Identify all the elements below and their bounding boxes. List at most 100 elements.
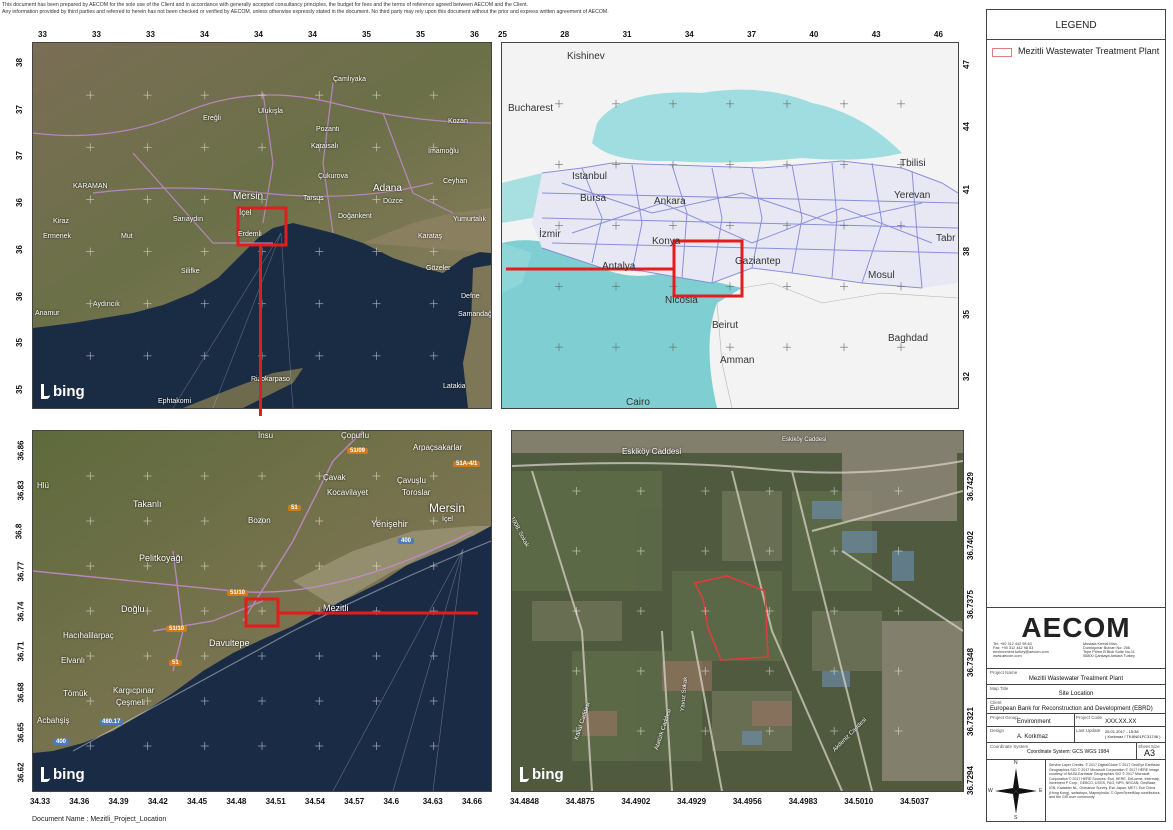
coordinate-tick: 34.4983	[788, 797, 818, 806]
coordinate-tick: 34.66	[462, 797, 483, 806]
map-place-label: Samandağ	[458, 311, 492, 318]
title-block-contact: Tel: +90 312 442 98 63 Fax: +90 312 442 …	[987, 640, 1165, 668]
map-title: Site Location	[1058, 691, 1094, 697]
map-place-label: Antalya	[602, 261, 636, 272]
compass-w: W	[988, 788, 993, 794]
map-place-label: Konya	[652, 236, 681, 247]
map-place-label: Tabr	[936, 233, 956, 244]
map-place-label: Hacıhalilarpaç	[63, 631, 114, 640]
coordinate-tick: 36.71	[16, 641, 26, 662]
map-place-label: Tarsus	[303, 195, 324, 202]
map-place-label: Eskiköy Caddesi	[782, 437, 827, 443]
title-block-map-title: Map Title Site Location	[987, 684, 1165, 699]
map-place-label: Karataş	[418, 233, 443, 240]
map-place-label: Mersin	[429, 501, 466, 515]
coordinate-tick: 36.8	[14, 523, 24, 539]
coordinate-tick: 35	[14, 385, 24, 394]
map-place-label: Kiraz	[53, 218, 69, 225]
coordinate-tick: 34.57	[344, 797, 365, 806]
project-name-label: Project Name	[990, 670, 1018, 675]
map-site-satellite[interactable]: Eskiköy Caddesi Eskiköy Caddesi 1008. Soka…	[511, 430, 964, 792]
coordinate-tick: 47	[961, 60, 971, 69]
map-place-label: Düzce	[383, 198, 403, 205]
coordinate-tick: 36.77	[16, 561, 26, 582]
project-name: Mezitli Wastewater Treatment Plant	[1028, 676, 1124, 682]
compass-s: S	[1014, 815, 1018, 821]
map-place-label: Erdemli	[238, 231, 262, 238]
map-place-label: Yumurtalık	[453, 216, 487, 223]
coordinate-tick: 34.6	[383, 797, 400, 806]
coordinate-tick: 44	[961, 122, 971, 132]
map-place-label: Yerevan	[894, 190, 931, 201]
project-code: XXX.XX.XX	[1105, 719, 1137, 725]
coordinate-tick: 36.74	[16, 601, 26, 622]
map-place-label: Ereğli	[203, 115, 221, 122]
coordinate-tick: 28	[560, 30, 570, 39]
bing-logo: bing	[41, 383, 85, 400]
map-place-label: Mosul	[868, 270, 895, 281]
bing-logo: bing	[41, 766, 85, 783]
coordinate-tick: 36.7375	[965, 589, 975, 619]
coordinate-tick: 36.7294	[965, 766, 975, 795]
map-place-label: Latakia	[443, 383, 466, 390]
road-number-badge: 400	[53, 739, 70, 745]
road-number-badge: 480.17	[99, 719, 124, 725]
map-place-label: Gözeler	[426, 265, 451, 272]
map-place-label: Mut	[121, 233, 133, 240]
coordinate-tick: 32	[961, 372, 971, 381]
coordinate-tick: 36.68	[16, 681, 26, 703]
group-label: Project Group	[990, 715, 1018, 720]
map-place-label: Adana	[373, 183, 402, 194]
last-update-label: Last Update	[1076, 728, 1101, 733]
map-country-reference[interactable]: Kishinev Bucharest Istanbul Bursa Ankara İzmi…	[501, 42, 959, 409]
coordinate-tick: 40	[809, 30, 819, 39]
title-block-project: Project Name Mezitli Wastewater Treatmen…	[987, 668, 1165, 685]
map-place-label: Acbahşiş	[37, 716, 70, 725]
coordinate-tick: 34	[200, 30, 209, 39]
coordinate-tick: 34.4848	[510, 797, 539, 806]
legend-panel: LEGEND Mezitli Wastewater Treatment Plan…	[986, 9, 1166, 822]
map-place-label: Bursa	[580, 193, 607, 204]
compass-n: N	[1014, 760, 1018, 766]
coordinate-tick: 34.63	[422, 797, 443, 806]
map-place-label: Elvanlı	[61, 656, 86, 665]
road-number-badge: 51/10	[227, 590, 249, 596]
map-place-label: İzmir	[539, 229, 561, 240]
coordinate-tick: 36.7321	[965, 707, 975, 737]
compass-rose-icon	[995, 768, 1037, 814]
coord-label: Coordinate System	[990, 744, 1029, 749]
coordinate-tick: 34.33	[30, 797, 51, 806]
code-label: Project Code	[1076, 715, 1103, 720]
coordinate-tick: 34.45	[187, 797, 208, 806]
map-place-label: Istanbul	[572, 171, 608, 182]
coordinate-tick: 31	[622, 30, 632, 39]
map-place-label: Çeşmeli	[116, 698, 145, 707]
road-number-badge: 51A-4/1	[453, 461, 481, 467]
contact-right: Mustafa Kemal Mah. Dumlupınar Bulvarı No…	[1083, 642, 1135, 658]
coordinate-tick: 34.36	[69, 797, 90, 806]
coordinate-tick: 34.42	[147, 797, 168, 806]
map-place-label: Anamur	[35, 310, 60, 317]
coordinate-tick: 35	[961, 309, 971, 319]
map-regional-satellite[interactable]: Mersin İçel Adana Tarsus KARAMAN Mut Silifke Ay…	[32, 42, 492, 409]
title-block-group: Project Group Environment Project Code X…	[987, 713, 1165, 727]
map-place-label: Karaisalı	[311, 143, 339, 150]
map-place-label: Aydıncık	[93, 301, 120, 308]
map-city-satellite[interactable]: Mersin İçel Mezitli Davultepe Yenişehir Toros…	[32, 430, 492, 792]
coordinate-tick: 34	[308, 30, 317, 39]
legend-swatch	[992, 48, 1012, 57]
coordinate-tick: 36	[14, 291, 24, 301]
map-place-label: İnsu	[258, 431, 274, 440]
coordinate-tick: 36.65	[16, 722, 26, 743]
map-place-label: Davultepe	[209, 638, 250, 648]
road-number-badge: 400	[398, 538, 415, 544]
map-place-label: Çukurova	[318, 173, 348, 180]
coordinate-tick: 34.4956	[732, 797, 762, 806]
map-place-label: Tömük	[63, 689, 88, 698]
road-number-badge: 51/10	[166, 626, 188, 632]
coordinate-tick: 35	[14, 338, 24, 348]
map-place-label: Cairo	[626, 397, 650, 408]
credits-text: Service Layer Credits: © 2017 DigitalGlo…	[1049, 763, 1161, 800]
sheet-size: A3	[1144, 748, 1156, 758]
compass: N S E W	[987, 760, 1046, 822]
